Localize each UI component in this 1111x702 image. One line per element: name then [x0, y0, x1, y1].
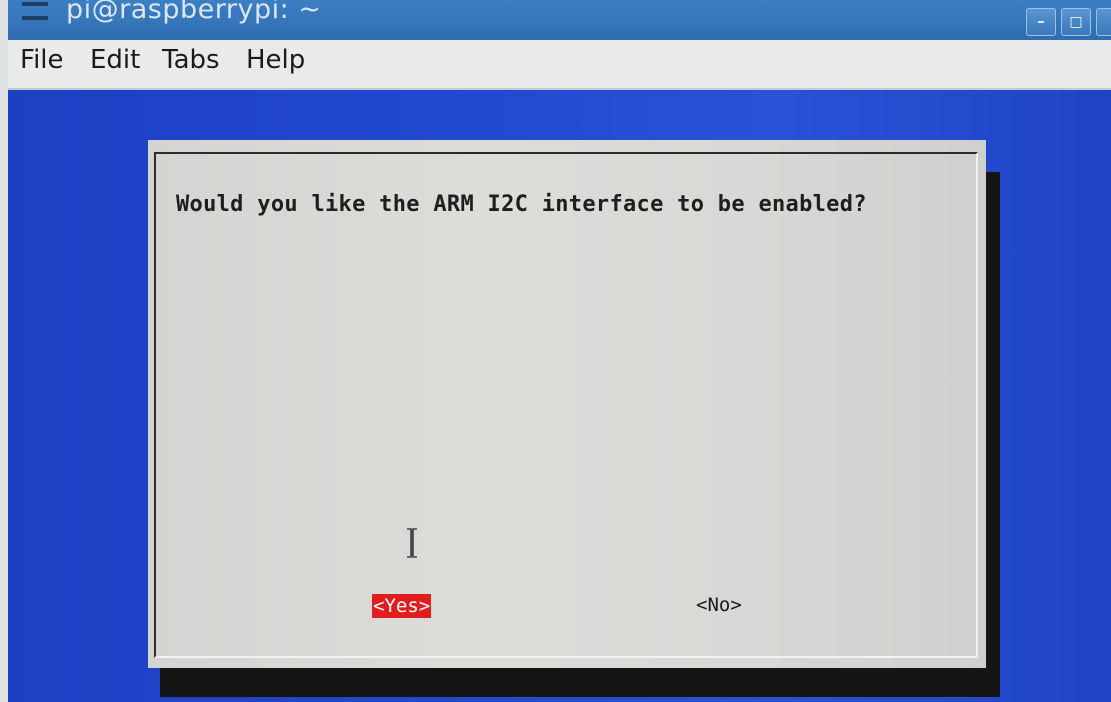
close-button[interactable]	[1096, 8, 1111, 36]
no-button[interactable]: <No>	[696, 594, 742, 616]
dialog-message: Would you like the ARM I2C interface to …	[176, 192, 867, 217]
dialog-frame	[154, 152, 978, 658]
minimize-button[interactable]: –	[1026, 8, 1056, 36]
yes-button[interactable]: <Yes>	[372, 594, 432, 618]
menu-file[interactable]: File	[20, 45, 64, 75]
screen: pi@raspberrypi: ~ – □ File Edit Tabs Hel…	[0, 0, 1111, 702]
maximize-button[interactable]: □	[1061, 8, 1091, 36]
title-bar[interactable]: pi@raspberrypi: ~ – □	[8, 0, 1111, 40]
menu-tabs[interactable]: Tabs	[162, 45, 220, 75]
terminal-icon	[22, 2, 48, 20]
window-title: pi@raspberrypi: ~	[66, 0, 322, 25]
confirm-dialog: Would you like the ARM I2C interface to …	[148, 140, 986, 668]
menu-help[interactable]: Help	[246, 45, 305, 75]
menu-bar: File Edit Tabs Help	[8, 40, 1111, 90]
menu-edit[interactable]: Edit	[90, 45, 140, 75]
ibeam-cursor-icon	[407, 528, 417, 558]
